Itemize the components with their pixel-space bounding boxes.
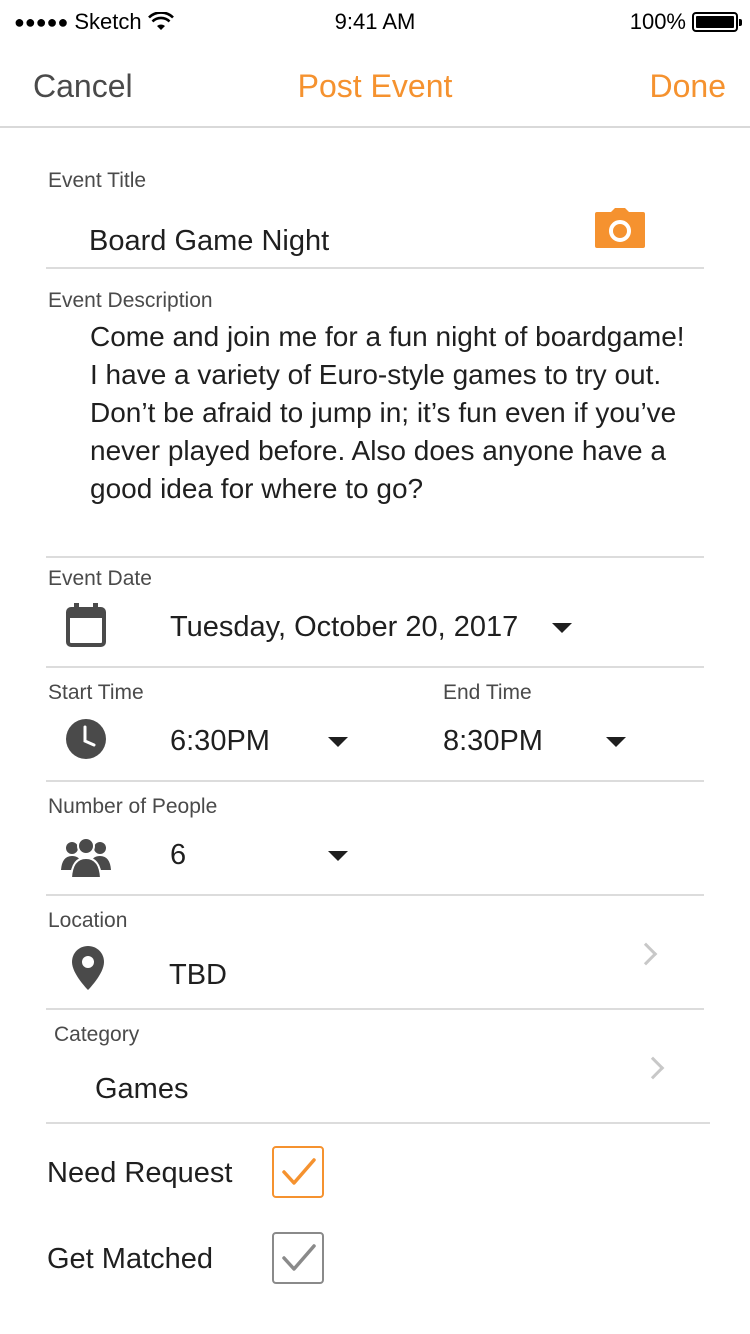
done-button[interactable]: Done [650, 68, 727, 105]
clock-icon [66, 719, 106, 759]
category-label: Category [54, 1023, 140, 1046]
event-date-select[interactable]: Tuesday, October 20, 2017 [170, 611, 518, 644]
need-request-checkbox[interactable] [272, 1146, 324, 1198]
divider [46, 780, 704, 782]
date-dropdown-icon[interactable] [552, 623, 572, 633]
nav-bar: Cancel Post Event Done [0, 44, 750, 128]
location-pin-icon [72, 946, 104, 990]
event-description-input[interactable]: Come and join me for a fun night of boar… [90, 318, 690, 508]
divider [46, 267, 704, 269]
chevron-right-icon[interactable] [634, 942, 658, 966]
category-value[interactable]: Games [95, 1073, 188, 1106]
divider [46, 666, 704, 668]
end-time-select[interactable]: 8:30PM [443, 725, 543, 758]
event-date-label: Event Date [48, 567, 152, 590]
get-matched-label: Get Matched [47, 1243, 214, 1275]
people-dropdown-icon[interactable] [328, 851, 348, 861]
event-title-label: Event Title [48, 169, 147, 192]
start-time-label: Start Time [48, 681, 144, 704]
need-request-label: Need Request [47, 1157, 233, 1189]
status-bar: ●●●●● Sketch 9:41 AM 100% [0, 0, 750, 44]
divider [46, 894, 704, 896]
start-time-select[interactable]: 6:30PM [170, 725, 270, 758]
people-icon [61, 837, 111, 878]
calendar-icon [66, 603, 106, 647]
check-icon [282, 1244, 316, 1271]
number-of-people-label: Number of People [48, 795, 218, 818]
event-description-label: Event Description [48, 289, 213, 312]
check-icon [282, 1158, 316, 1185]
number-of-people-select[interactable]: 6 [170, 839, 186, 872]
battery-percent: 100% [629, 9, 686, 34]
divider [46, 556, 704, 558]
end-time-dropdown-icon[interactable] [606, 737, 626, 747]
divider [46, 1008, 704, 1010]
end-time-label: End Time [443, 681, 532, 704]
page-title: Post Event [297, 68, 453, 104]
battery-icon [692, 12, 742, 32]
battery-status: 100% [629, 9, 742, 35]
divider [46, 1122, 710, 1124]
chevron-right-icon[interactable] [641, 1056, 665, 1080]
event-title-input[interactable]: Board Game Night [89, 225, 329, 258]
location-value[interactable]: TBD [169, 959, 227, 992]
location-label: Location [48, 909, 128, 932]
camera-icon[interactable] [595, 208, 645, 248]
start-time-dropdown-icon[interactable] [328, 737, 348, 747]
get-matched-checkbox[interactable] [272, 1232, 324, 1284]
